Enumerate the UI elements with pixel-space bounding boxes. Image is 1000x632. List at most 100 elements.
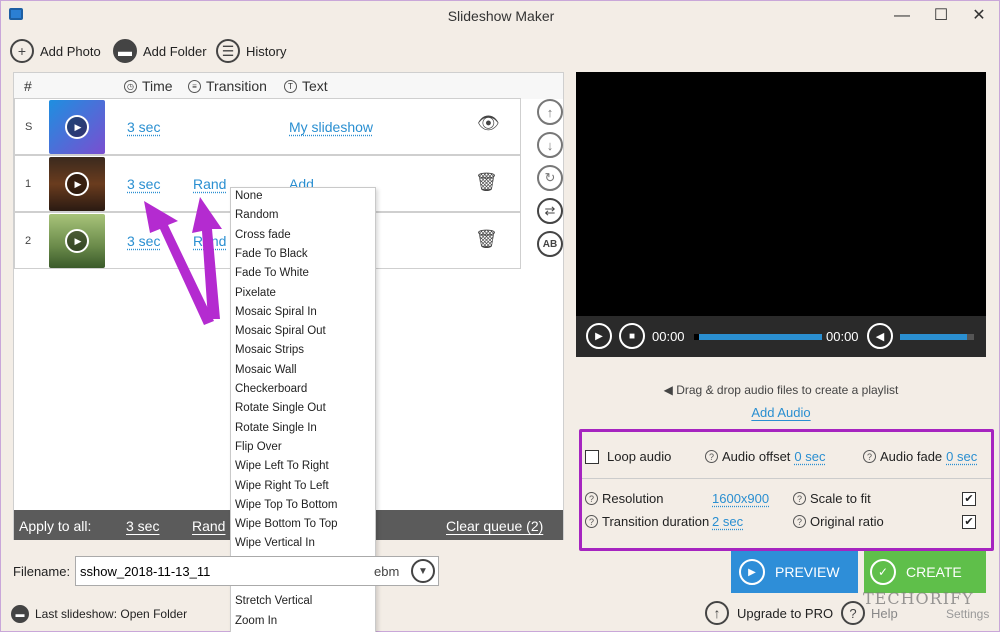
help-icon[interactable]: ? [585,515,598,528]
transition-option[interactable]: Mosaic Spiral In [235,306,317,318]
audio-offset-label: Audio offset [722,449,791,464]
apply-transition[interactable]: Rand [192,518,225,534]
clear-queue-link[interactable]: Clear queue (2) [446,518,543,534]
table-row[interactable]: S ▶ 3 sec My slideshow 👁 [14,98,521,155]
audio-offset-option: ? Audio offset 0 sec [705,449,826,464]
upgrade-label: Upgrade to PRO [737,605,834,621]
annotation-arrows [144,197,222,325]
chevron-down-icon[interactable]: ▼ [411,559,435,583]
history-button[interactable]: ☰ History [216,37,286,65]
create-button[interactable]: ✓ CREATE [864,551,986,593]
play-icon[interactable]: ▶ [65,229,89,253]
transition-option[interactable]: None [235,190,263,202]
seek-bar[interactable] [694,334,822,340]
transition-option[interactable]: Wipe Left To Right [235,460,329,472]
transition-option[interactable]: Checkerboard [235,383,307,395]
loop-audio-checkbox[interactable] [585,449,599,464]
original-ratio-checkbox[interactable]: ✔ [962,515,976,529]
list-icon: ☰ [216,39,240,63]
slide-thumbnail[interactable]: ▶ [49,214,105,268]
help-icon: ? [841,601,865,625]
apply-time[interactable]: 3 sec [126,518,159,534]
rename-icon[interactable]: AB [537,231,563,257]
move-up-icon[interactable]: ↑ [537,99,563,125]
volume-icon[interactable]: ◀ [867,323,893,349]
filename-extension: ebm [374,564,400,579]
speaker-icon: ◀ [663,383,673,397]
help-icon[interactable]: ? [705,450,718,463]
transition-option[interactable]: Fade To Black [235,248,308,260]
transition-duration-value[interactable]: 2 sec [712,514,743,529]
header-time[interactable]: ◷ Time [124,78,173,94]
audio-drop-area[interactable]: ◀ Drag & drop audio files to create a pl… [576,361,986,431]
last-slideshow: ▬ Last slideshow: Open Folder [11,605,187,623]
transition-option[interactable]: Rotate Single In [235,422,317,434]
transition-option[interactable]: Mosaic Strips [235,344,304,356]
resolution-label: Resolution [602,491,664,506]
play-icon[interactable]: ▶ [586,323,612,349]
move-down-icon[interactable]: ↓ [537,132,563,158]
trash-icon[interactable]: 🗑 [475,229,498,250]
help-icon[interactable]: ? [793,492,806,505]
slide-thumbnail[interactable]: ▶ [49,100,105,154]
current-time: 00:00 [652,329,685,344]
transition-option[interactable]: Mosaic Wall [235,364,297,376]
transition-option[interactable]: Rotate Single Out [235,402,326,414]
history-label: History [246,43,287,59]
last-slideshow-link[interactable]: Last slideshow: Open Folder [35,607,187,621]
stop-icon[interactable]: ■ [619,323,645,349]
transition-option[interactable]: Stretch Vertical [235,595,312,607]
help-icon[interactable]: ? [793,515,806,528]
scale-to-fit-checkbox[interactable]: ✔ [962,492,976,506]
transition-option[interactable]: Random [235,209,278,221]
slide-time[interactable]: 3 sec [127,119,160,135]
slide-transition[interactable]: Rand [193,176,226,192]
settings-link[interactable]: Settings [946,607,989,621]
help-icon[interactable]: ? [585,492,598,505]
header-text[interactable]: T Text [284,78,328,94]
transition-option[interactable]: Cross fade [235,229,291,241]
add-folder-button[interactable]: ▬ Add Folder [113,37,207,65]
row-number: 1 [25,178,32,190]
transition-option[interactable]: Wipe Bottom To Top [235,518,338,530]
add-photo-button[interactable]: + Add Photo [10,37,101,65]
slide-text[interactable]: My slideshow [289,119,373,135]
transition-option[interactable]: Pixelate [235,287,276,299]
folder-icon: ▬ [11,605,29,623]
play-icon: ▶ [739,559,765,585]
maximize-button[interactable]: ☐ [928,5,954,27]
options-box: Loop audio ? Audio offset 0 sec ? Audio … [579,429,994,551]
minimize-button[interactable]: — [889,5,915,27]
resolution-value[interactable]: 1600x900 [712,491,769,506]
row-number: S [25,121,33,133]
transition-option[interactable]: Zoom In [235,615,277,627]
loop-audio-label: Loop audio [607,449,672,464]
rotate-icon[interactable]: ↻ [537,165,563,191]
trash-icon[interactable]: 🗑 [475,172,498,193]
transition-option[interactable]: Wipe Vertical In [235,537,315,549]
audio-offset-value[interactable]: 0 sec [794,449,825,464]
shuffle-icon[interactable]: ⇄ [537,198,563,224]
preview-button[interactable]: ▶ PREVIEW [731,551,858,593]
volume-slider[interactable] [900,334,974,340]
transition-option[interactable]: Fade To White [235,267,309,279]
slide-thumbnail[interactable]: ▶ [49,157,105,211]
eye-icon[interactable]: 👁 [477,113,500,134]
resolution-option: ? Resolution [585,491,663,506]
transition-option[interactable]: Wipe Top To Bottom [235,499,338,511]
play-icon[interactable]: ▶ [65,115,89,139]
add-audio-link[interactable]: Add Audio [576,405,986,420]
drop-hint: ◀ Drag & drop audio files to create a pl… [576,383,986,397]
slide-time[interactable]: 3 sec [127,176,160,192]
transition-option[interactable]: Flip Over [235,441,282,453]
filename-label: Filename: [13,564,71,579]
transition-option[interactable]: Mosaic Spiral Out [235,325,326,337]
play-icon[interactable]: ▶ [65,172,89,196]
upgrade-button[interactable]: ↑ Upgrade to PRO [705,601,833,625]
loop-audio-option[interactable]: Loop audio [585,449,671,464]
transition-option[interactable]: Wipe Right To Left [235,480,329,492]
audio-fade-value[interactable]: 0 sec [946,449,977,464]
help-icon[interactable]: ? [863,450,876,463]
header-transition[interactable]: ≡ Transition [188,78,267,94]
close-button[interactable]: ✕ [966,5,992,27]
